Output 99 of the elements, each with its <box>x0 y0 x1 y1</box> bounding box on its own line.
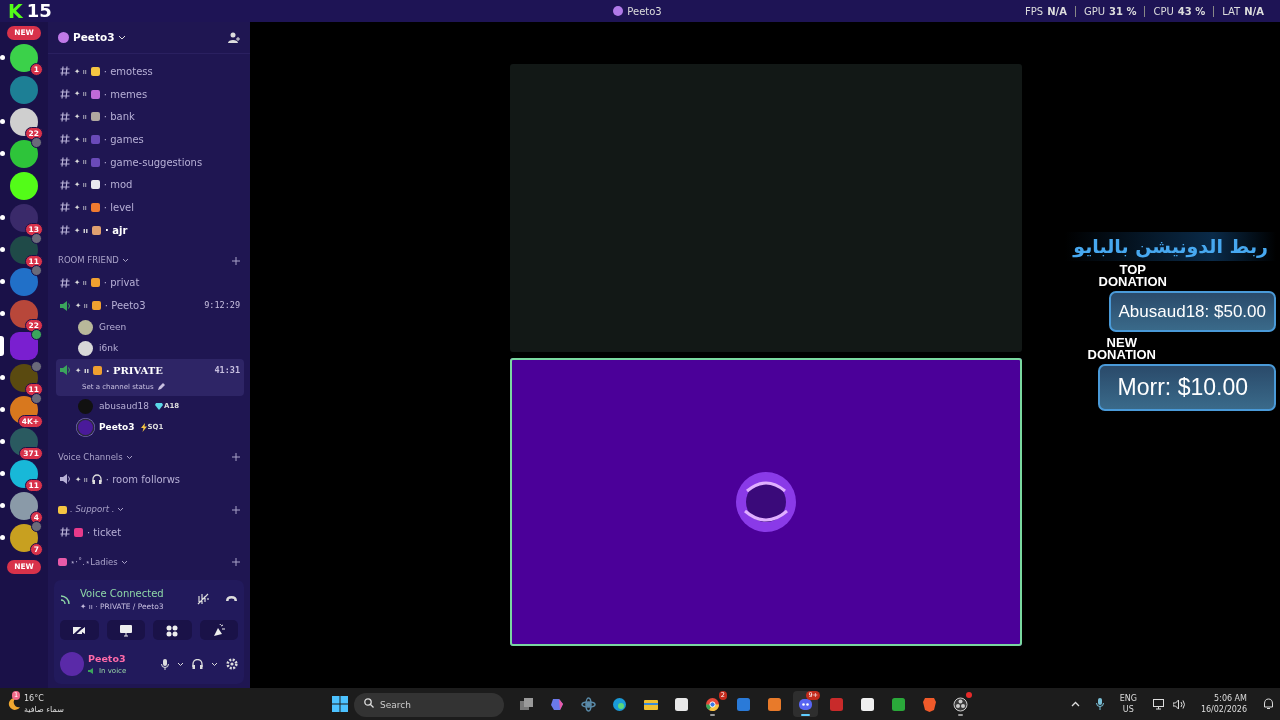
hash-icon <box>60 179 70 190</box>
hash-icon <box>60 157 70 168</box>
activities-button[interactable] <box>153 620 192 640</box>
donation-amount: Abusaud18: $50.00 <box>1108 290 1276 332</box>
headphones-icon[interactable] <box>192 659 203 669</box>
plus-icon[interactable] <box>232 558 240 567</box>
donation-label: DONATION <box>1087 349 1156 361</box>
settings-icon[interactable] <box>226 658 238 670</box>
donation-label: TOP <box>1118 263 1147 276</box>
stat-value: N/A <box>1047 4 1067 19</box>
voice-status: Voice Connected <box>80 586 164 601</box>
elapsed-time: 9:12:29 <box>204 299 240 312</box>
server-icon[interactable] <box>10 428 38 456</box>
version-number: 15 <box>26 0 52 22</box>
server-icon[interactable] <box>10 172 38 200</box>
stat-value: N/A <box>1244 4 1264 19</box>
server-name[interactable]: Peeto3 <box>73 29 115 46</box>
headphones-icon <box>91 474 102 485</box>
weather-condition: سماء صافية <box>24 704 64 715</box>
server-icon[interactable] <box>10 492 38 520</box>
camera-off-button[interactable] <box>60 620 99 640</box>
clock-time[interactable]: 5:06 AM <box>1200 693 1247 704</box>
pencil-icon[interactable] <box>157 383 165 391</box>
clock-date[interactable]: 16/02/2026 <box>1200 704 1247 715</box>
hash-icon <box>60 111 70 122</box>
hash-icon <box>60 66 70 77</box>
stat-label: LAT <box>1222 4 1241 19</box>
hash-icon <box>60 277 70 288</box>
chevron-up-icon[interactable] <box>1070 701 1080 707</box>
plus-icon[interactable] <box>232 453 240 462</box>
video-tile[interactable] <box>510 64 1022 352</box>
chevron-down-icon[interactable] <box>121 258 129 263</box>
weather-temp: 16°C <box>24 693 45 704</box>
category-title[interactable]: ⋆·˚.⋆Ladies <box>70 556 118 569</box>
disconnect-icon[interactable] <box>225 595 238 603</box>
plus-icon[interactable] <box>232 505 240 514</box>
stat-label: CPU <box>1153 4 1174 19</box>
hash-icon <box>60 527 70 538</box>
network-icon[interactable] <box>1152 698 1165 710</box>
donation-label: NEW <box>1105 337 1138 349</box>
hash-icon <box>60 202 70 213</box>
region-code[interactable]: US <box>1119 704 1137 715</box>
soundboard-icon <box>211 623 226 637</box>
soundboard-button[interactable] <box>199 620 238 640</box>
channel-item[interactable]: · ticket <box>56 520 244 544</box>
category-title[interactable]: . Support . <box>70 503 115 517</box>
screen-share-button[interactable] <box>106 620 145 640</box>
chevron-down-icon[interactable] <box>118 34 127 41</box>
stat-label: GPU <box>1083 4 1106 19</box>
weather-moon-icon <box>6 697 20 711</box>
microphone-icon[interactable] <box>161 658 169 670</box>
member-name[interactable]: i6nk <box>99 341 119 356</box>
stat-label: FPS <box>1025 4 1044 19</box>
app-logo: K <box>8 0 23 22</box>
server-icon[interactable] <box>10 140 38 168</box>
elapsed-time: 41:31 <box>214 363 240 377</box>
search-icon <box>364 698 374 708</box>
screen-share-icon <box>118 623 133 637</box>
start-icon[interactable] <box>332 696 348 712</box>
hash-icon <box>60 225 70 236</box>
window-title: Peeto3 <box>627 4 662 19</box>
category-title[interactable]: ROOM FRIEND <box>58 254 119 267</box>
member-name[interactable]: Peeto3 <box>99 420 135 435</box>
server-icon <box>613 6 624 16</box>
server-icon[interactable] <box>10 300 38 328</box>
server-icon[interactable] <box>10 44 38 72</box>
chevron-down-icon[interactable] <box>120 559 128 565</box>
hash-icon <box>60 89 70 100</box>
chevron-down-icon[interactable] <box>117 507 125 513</box>
member-name[interactable]: abusaud18 <box>99 399 149 414</box>
donation-label: DONATION <box>1098 275 1167 288</box>
member-name[interactable]: Green <box>99 320 127 335</box>
user-avatar <box>735 471 797 533</box>
search-field[interactable]: Search <box>354 693 504 717</box>
server-icon[interactable] <box>10 204 38 232</box>
video-tile[interactable] <box>510 358 1022 646</box>
language-code[interactable]: ENG <box>1119 693 1137 704</box>
category-title[interactable]: Voice Channels <box>58 450 123 464</box>
server-icon[interactable] <box>10 460 38 488</box>
notification-bell-icon[interactable] <box>1263 698 1274 710</box>
gem-icon <box>155 403 163 411</box>
chevron-down-icon[interactable] <box>125 454 133 460</box>
signal-icon <box>60 592 72 605</box>
server-icon <box>58 32 69 43</box>
hash-icon <box>60 134 70 145</box>
lightning-icon <box>140 423 147 433</box>
speaker-icon <box>88 668 95 675</box>
microphone-icon[interactable] <box>1095 698 1104 710</box>
volume-icon[interactable] <box>1172 698 1185 710</box>
activities-icon <box>165 623 180 637</box>
username: Peeto3 <box>88 651 127 666</box>
plus-icon[interactable] <box>232 256 240 265</box>
stat-value: 43 % <box>1177 4 1206 19</box>
noise-suppression-icon[interactable] <box>197 592 209 605</box>
server-icon[interactable] <box>10 108 38 136</box>
stat-value: 31 % <box>1109 4 1137 19</box>
add-friend-icon[interactable] <box>228 32 240 43</box>
donation-amount: Morr: $10.00 <box>1097 364 1276 411</box>
server-icon[interactable] <box>10 524 38 552</box>
